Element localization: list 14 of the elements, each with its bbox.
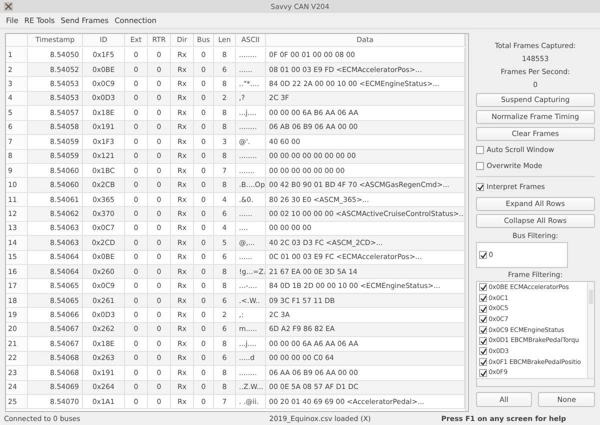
checkbox[interactable] xyxy=(478,358,487,366)
checkbox[interactable] xyxy=(478,315,487,324)
checkbox[interactable] xyxy=(478,326,487,334)
checkbox[interactable] xyxy=(478,347,487,356)
checkbox[interactable] xyxy=(478,294,487,302)
checkbox[interactable] xyxy=(478,336,487,345)
checkbox[interactable] xyxy=(478,283,487,292)
app-icon xyxy=(4,2,13,11)
checkbox[interactable] xyxy=(476,146,484,154)
checkbox[interactable] xyxy=(476,162,484,170)
checkbox[interactable] xyxy=(476,183,484,191)
checkbox[interactable] xyxy=(478,251,487,259)
checkbox[interactable] xyxy=(478,304,487,313)
checkbox[interactable] xyxy=(478,368,487,377)
